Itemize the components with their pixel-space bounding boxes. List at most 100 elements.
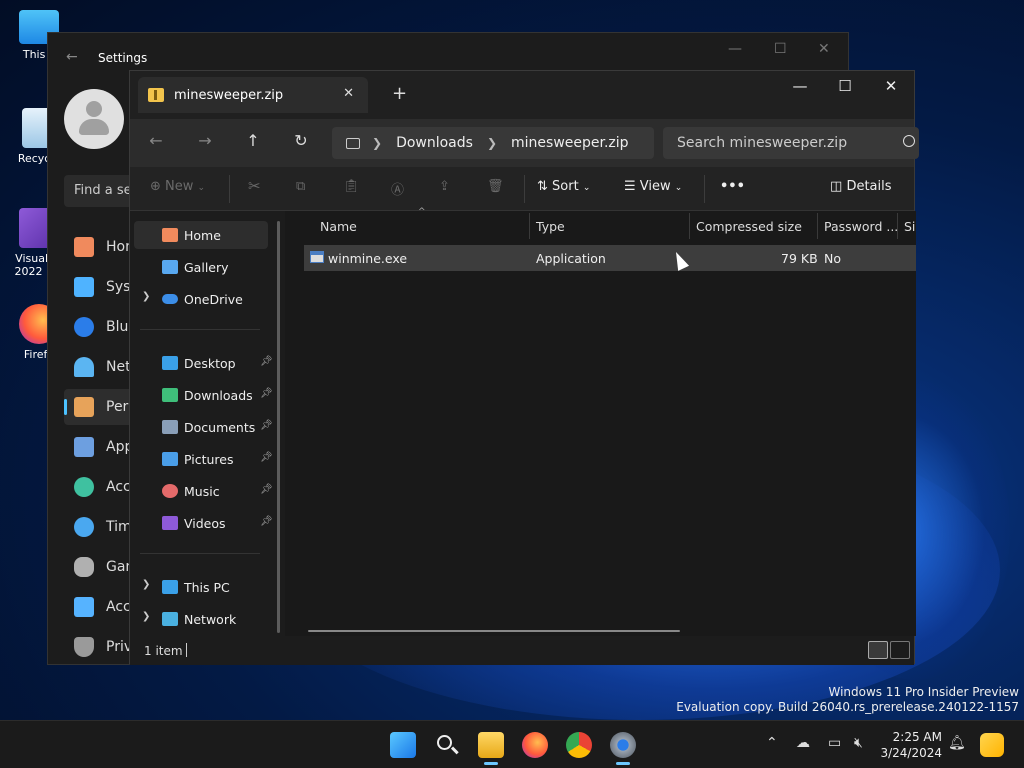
sidebar-item-pictures[interactable]: Pictures 📌︎ xyxy=(134,445,273,473)
column-header-compressed-size[interactable]: Compressed size xyxy=(696,211,802,241)
sidebar-divider xyxy=(140,329,260,330)
sidebar-item-onedrive[interactable]: ❯ OneDrive xyxy=(134,285,268,313)
horizontal-scrollbar[interactable] xyxy=(308,630,680,632)
nav-label: Tim xyxy=(106,519,132,535)
chrome-icon[interactable] xyxy=(566,732,592,758)
column-divider[interactable] xyxy=(817,213,818,239)
chevron-down-icon: ⌄ xyxy=(197,183,206,193)
file-name: winmine.exe xyxy=(328,251,408,266)
cloud-offline-icon[interactable]: ☁︎ xyxy=(796,735,810,751)
status-bar: 1 item xyxy=(130,636,914,665)
column-header-password[interactable]: Password ... xyxy=(824,211,898,241)
view-button[interactable]: ☰ View ⌄ xyxy=(624,179,682,194)
breadcrumb[interactable]: ❯ Downloads ❯ minesweeper.zip xyxy=(332,127,654,159)
column-divider[interactable] xyxy=(529,213,530,239)
sidebar-label: Music xyxy=(184,483,220,499)
pin-icon[interactable]: 📌︎ xyxy=(260,516,273,528)
more-options-button[interactable]: ••• xyxy=(720,179,745,194)
clock-icon xyxy=(74,517,94,537)
chevron-right-icon[interactable]: ❯ xyxy=(142,291,150,302)
up-arrow-icon[interactable]: ↑ xyxy=(241,131,265,150)
table-row[interactable]: winmine.exe Application 79 KB No xyxy=(304,245,916,271)
copilot-pre-icon[interactable] xyxy=(980,733,1004,757)
sidebar-item-desktop[interactable]: Desktop 📌︎ xyxy=(134,349,273,377)
chevron-right-icon[interactable]: ❯ xyxy=(487,136,497,150)
file-explorer-window[interactable]: minesweeper.zip ✕ + — ☐ ✕ ← → ↑ ↻ ❯ Down… xyxy=(129,70,919,665)
close-icon[interactable]: ✕ xyxy=(818,41,830,57)
delete-icon[interactable]: 🗑︎ xyxy=(487,179,504,194)
home-icon xyxy=(74,237,94,257)
cut-icon[interactable]: ✂ xyxy=(248,177,261,195)
breadcrumb-minesweeper-zip[interactable]: minesweeper.zip xyxy=(511,135,629,151)
firefox-icon[interactable] xyxy=(522,732,548,758)
chevron-right-icon[interactable]: ❯ xyxy=(142,579,150,590)
pin-icon[interactable]: 📌︎ xyxy=(260,388,273,400)
share-icon[interactable]: ⇪ xyxy=(439,179,450,194)
settings-gear-icon[interactable] xyxy=(610,732,636,765)
pin-icon[interactable]: 📌︎ xyxy=(260,420,273,432)
column-header-name[interactable]: Name xyxy=(320,211,357,241)
breadcrumb-downloads[interactable]: Downloads xyxy=(396,135,473,151)
new-button[interactable]: ⊕ New ⌄ xyxy=(150,179,205,194)
sort-button[interactable]: ⇅ Sort ⌄ xyxy=(537,179,590,194)
new-tab-button[interactable]: + xyxy=(392,83,407,104)
pin-icon[interactable]: 📌︎ xyxy=(260,484,273,496)
pc-icon xyxy=(162,580,178,594)
rename-icon[interactable]: Ⓐ xyxy=(391,179,404,198)
paste-icon[interactable]: 📋︎ xyxy=(343,179,360,194)
avatar[interactable] xyxy=(64,89,124,149)
sidebar-item-this-pc[interactable]: ❯ This PC xyxy=(134,573,268,601)
sidebar-label: Home xyxy=(184,227,221,243)
column-header-type[interactable]: Type xyxy=(536,211,565,241)
network-icon[interactable]: ▭ xyxy=(828,735,841,751)
view-list-icon: ☰ xyxy=(624,179,636,194)
sidebar-item-documents[interactable]: Documents 📌︎ xyxy=(134,413,273,441)
details-button[interactable]: ◫ Details xyxy=(830,179,892,194)
copy-icon[interactable]: ⧉ xyxy=(296,179,305,194)
refresh-icon[interactable]: ↻ xyxy=(289,131,313,150)
forward-arrow-icon[interactable]: → xyxy=(193,131,217,150)
column-divider[interactable] xyxy=(689,213,690,239)
details-view-icon[interactable] xyxy=(868,641,888,659)
maximize-icon[interactable]: ☐ xyxy=(830,77,860,95)
pin-icon[interactable]: 📌︎ xyxy=(260,452,273,464)
volume-icon[interactable]: 🔇︎ xyxy=(854,735,863,751)
sidebar-item-music[interactable]: Music 📌︎ xyxy=(134,477,273,505)
pin-icon[interactable]: 📌︎ xyxy=(260,356,273,368)
notification-bell-icon[interactable]: 🔔︎ xyxy=(948,735,966,751)
bluetooth-icon xyxy=(74,317,94,337)
avatar-head xyxy=(86,101,102,117)
details-label: Details xyxy=(846,179,892,194)
search-icon[interactable] xyxy=(434,732,460,758)
back-arrow-icon[interactable]: ← xyxy=(144,131,168,150)
back-arrow-icon[interactable]: ← xyxy=(66,49,78,65)
close-icon[interactable]: ✕ xyxy=(876,77,906,95)
sidebar-item-videos[interactable]: Videos 📌︎ xyxy=(134,509,273,537)
tab-minesweeper-zip[interactable]: minesweeper.zip ✕ xyxy=(138,77,368,113)
sidebar-item-downloads[interactable]: Downloads 📌︎ xyxy=(134,381,273,409)
column-divider[interactable] xyxy=(897,213,898,239)
file-explorer-icon[interactable] xyxy=(478,732,504,765)
close-tab-icon[interactable]: ✕ xyxy=(343,86,354,101)
sort-label: Sort xyxy=(552,179,579,194)
sidebar-divider xyxy=(140,553,260,554)
chevron-right-icon[interactable]: ❯ xyxy=(142,611,150,622)
picture-icon xyxy=(162,452,178,466)
minimize-icon[interactable]: — xyxy=(728,41,742,57)
search-input[interactable]: Search minesweeper.zip xyxy=(663,127,919,159)
sidebar-scrollbar[interactable] xyxy=(277,221,280,633)
chevron-right-icon[interactable]: ❯ xyxy=(372,136,382,150)
sidebar-item-gallery[interactable]: Gallery xyxy=(134,253,268,281)
chevron-up-icon[interactable]: ⌃ xyxy=(766,735,778,751)
sidebar-item-network[interactable]: ❯ Network xyxy=(134,605,268,633)
sidebar-label: Videos xyxy=(184,515,226,531)
chevron-down-icon: ⌄ xyxy=(674,183,683,193)
tiles-view-icon[interactable] xyxy=(890,641,910,659)
minimize-icon[interactable]: — xyxy=(785,77,815,95)
start-windows-icon[interactable] xyxy=(390,732,416,758)
maximize-icon[interactable]: ☐ xyxy=(774,41,787,57)
column-header-size[interactable]: Si xyxy=(904,211,915,241)
os-watermark: Windows 11 Pro Insider Preview Evaluatio… xyxy=(676,685,1019,715)
system-clock[interactable]: 2:25 AM 3/24/2024 xyxy=(880,729,942,761)
sidebar-item-home[interactable]: Home xyxy=(134,221,268,249)
